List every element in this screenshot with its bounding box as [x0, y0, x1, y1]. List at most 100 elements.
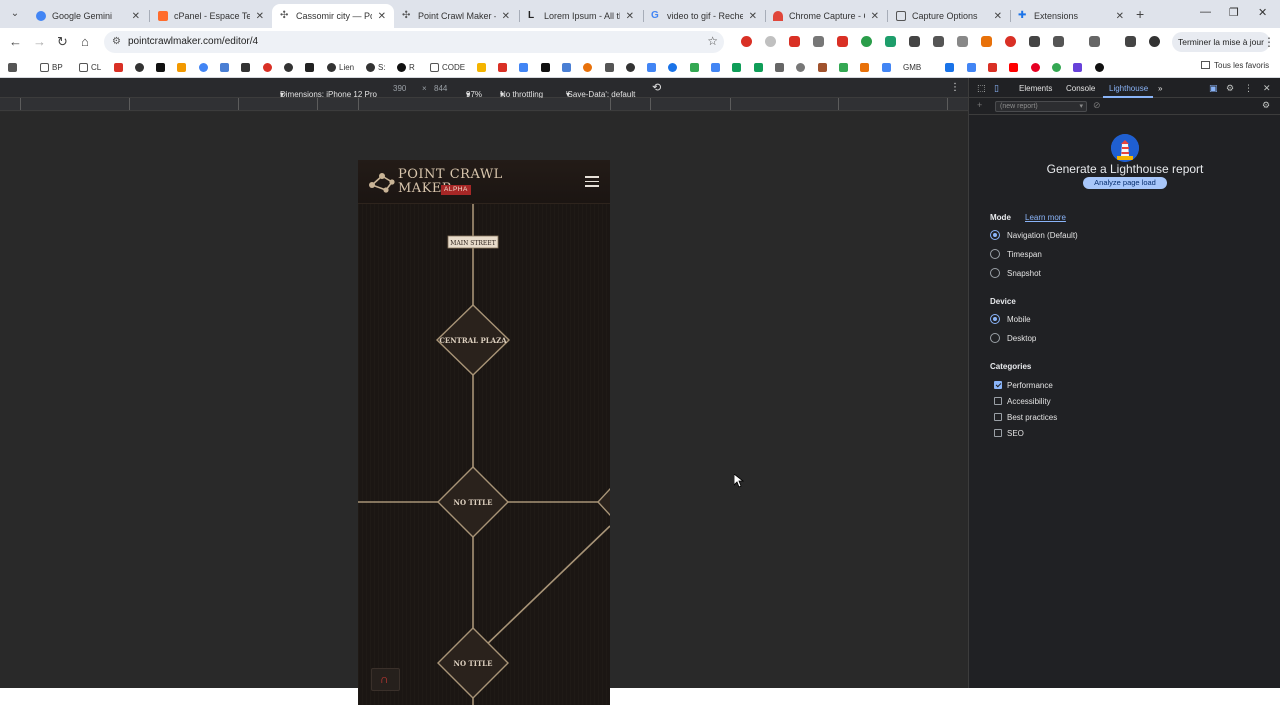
extension-icon[interactable] [909, 36, 920, 47]
bookmark-icon[interactable] [775, 62, 787, 72]
bookmark-icon[interactable] [199, 62, 211, 72]
extensions-puzzle-icon[interactable] [1053, 36, 1064, 47]
close-tab-icon[interactable]: ✕ [256, 11, 264, 22]
bookmark-icon[interactable] [519, 62, 531, 72]
bookmark-icon[interactable] [1052, 62, 1064, 72]
apps-grid-icon[interactable] [8, 62, 20, 72]
learn-more-link[interactable]: Learn more [1025, 213, 1066, 222]
extension-icon[interactable] [1005, 36, 1016, 47]
bookmark-gmb[interactable]: GMB [903, 62, 921, 72]
bookmark-icon[interactable] [796, 62, 808, 72]
extension-icon[interactable] [837, 36, 848, 47]
device-mobile-radio[interactable]: Mobile [990, 313, 1031, 325]
all-bookmarks[interactable]: Tous les favoris [1201, 61, 1269, 70]
extension-icon[interactable] [1029, 36, 1040, 47]
bookmark-folder-bp[interactable]: BP [40, 62, 63, 72]
close-tab-icon[interactable]: ✕ [132, 11, 140, 22]
tab-google-search[interactable]: G video to gif - Recher ✕ [643, 4, 765, 28]
bookmark-icon[interactable] [945, 62, 957, 72]
bookmark-icon[interactable] [477, 62, 489, 72]
settings-gear-icon[interactable]: ⚙ [1226, 83, 1234, 94]
clear-icon[interactable]: ⊘ [1093, 100, 1101, 111]
bookmark-icon[interactable] [177, 62, 189, 72]
map-canvas[interactable]: MAIN STREET CENTRAL PLAZA NO TITLE NO TI… [358, 204, 610, 705]
extension-icon[interactable] [813, 36, 824, 47]
extension-icon[interactable] [957, 36, 968, 47]
bookmark-icon[interactable] [967, 62, 979, 72]
url-text[interactable]: pointcrawlmaker.com/editor/4 [128, 36, 258, 47]
bookmark-icon[interactable] [1095, 62, 1107, 72]
tab-lighthouse[interactable]: Lighthouse [1109, 84, 1148, 93]
extension-icon[interactable] [741, 36, 752, 47]
bookmark-icon[interactable] [1009, 62, 1021, 72]
mode-navigation-radio[interactable]: Navigation (Default) [990, 229, 1078, 241]
reload-icon[interactable]: ↻ [57, 35, 68, 48]
device-height-input[interactable]: 844 [434, 84, 447, 93]
lighthouse-badge-icon[interactable]: ▣ [1209, 83, 1218, 94]
bookmark-icon[interactable] [839, 62, 851, 72]
inspect-element-icon[interactable]: ⬚ [977, 83, 986, 94]
bookmark-icon[interactable] [1073, 62, 1085, 72]
tab-console[interactable]: Console [1066, 84, 1095, 93]
device-options-kebab-icon[interactable]: ⋮ [950, 82, 960, 93]
category-accessibility-checkbox[interactable]: Accessibility [994, 396, 1051, 406]
bookmark-icon[interactable] [498, 62, 510, 72]
bookmark-icon[interactable] [754, 62, 766, 72]
close-window-button[interactable]: ✕ [1258, 6, 1267, 19]
download-icon[interactable] [1125, 36, 1136, 47]
tab-search-chevron-icon[interactable]: ⌄ [6, 6, 24, 22]
bookmark-icon[interactable] [860, 62, 872, 72]
tab-google-gemini[interactable]: Google Gemini ✕ [28, 4, 148, 28]
add-report-icon[interactable]: + [977, 100, 982, 110]
device-width-input[interactable]: 390 [393, 84, 406, 93]
extension-icon[interactable] [765, 36, 776, 47]
bookmark-icon[interactable] [605, 62, 617, 72]
bookmark-icon[interactable] [647, 62, 659, 72]
bookmark-icon[interactable] [541, 62, 553, 72]
extension-icon[interactable] [933, 36, 944, 47]
site-info-icon[interactable]: ⚙ [112, 36, 121, 47]
extension-icon[interactable] [885, 36, 896, 47]
bookmark-icon[interactable] [135, 62, 147, 72]
analyze-page-load-button[interactable]: Analyze page load [1083, 177, 1167, 189]
report-select[interactable]: (new report) ▾ [995, 101, 1087, 112]
close-tab-icon[interactable]: ✕ [626, 11, 634, 22]
rotate-device-icon[interactable]: ⟲ [652, 81, 661, 94]
tab-elements[interactable]: Elements [1019, 84, 1052, 93]
device-toggle-icon[interactable]: ▯ [994, 83, 999, 94]
back-arrow-icon[interactable]: ← [9, 35, 22, 48]
mode-timespan-radio[interactable]: Timespan [990, 248, 1042, 260]
profile-avatar-icon[interactable] [1149, 36, 1160, 47]
category-best-practices-checkbox[interactable]: Best practices [994, 412, 1057, 422]
close-tab-icon[interactable]: ✕ [749, 11, 757, 22]
bookmark-icon[interactable] [114, 62, 126, 72]
bookmark-icon[interactable] [156, 62, 168, 72]
address-bar[interactable]: ⚙ pointcrawlmaker.com/editor/4 ☆ [104, 31, 724, 53]
close-tab-icon[interactable]: ✕ [1116, 11, 1124, 22]
bookmark-icon[interactable] [711, 62, 723, 72]
mode-snapshot-radio[interactable]: Snapshot [990, 267, 1041, 279]
extension-icon[interactable] [861, 36, 872, 47]
bookmark-icon[interactable] [263, 62, 275, 72]
bookmark-icon[interactable] [305, 62, 317, 72]
category-seo-checkbox[interactable]: SEO [994, 428, 1024, 438]
tab-cassomir-city[interactable]: ✣ Cassomir city — Poin ✕ [272, 4, 394, 28]
point-crawl-map[interactable]: MAIN STREET CENTRAL PLAZA NO TITLE NO TI… [358, 204, 610, 705]
extension-icon[interactable] [981, 36, 992, 47]
bookmark-s[interactable]: S: [366, 62, 386, 72]
bookmark-icon[interactable] [732, 62, 744, 72]
main-street-label[interactable]: MAIN STREET [450, 240, 495, 247]
minimize-button[interactable]: — [1200, 6, 1211, 18]
tab-point-crawl-maker[interactable]: ✣ Point Crawl Maker — ✕ [394, 4, 518, 28]
forward-arrow-icon[interactable]: → [33, 35, 46, 48]
bookmark-icon[interactable] [668, 62, 680, 72]
bookmark-github[interactable]: R [397, 62, 415, 72]
chrome-menu-icon[interactable]: ⋮ [1263, 35, 1275, 49]
update-button[interactable]: Terminer la mise à jour [1172, 32, 1270, 52]
close-tab-icon[interactable]: ✕ [871, 11, 879, 22]
home-icon[interactable]: ⌂ [81, 35, 89, 48]
bookmark-icon[interactable] [220, 62, 232, 72]
tab-lorem-ipsum[interactable]: L Lorem Ipsum - All th ✕ [520, 4, 642, 28]
bookmark-lien[interactable]: Lien [327, 62, 354, 72]
new-tab-button[interactable]: + [1136, 6, 1144, 22]
